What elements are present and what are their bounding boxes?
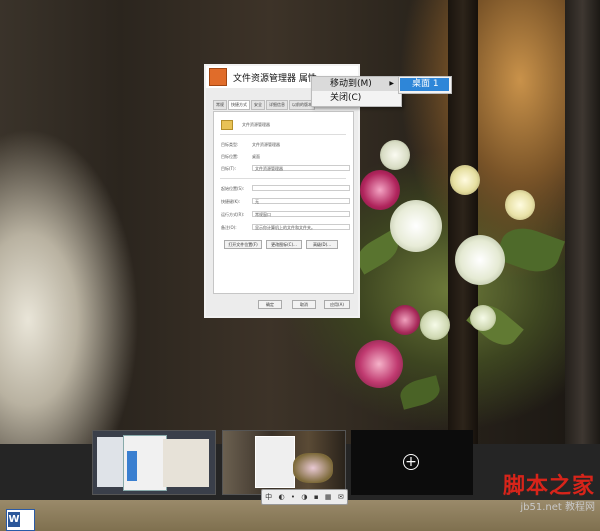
comment-field[interactable]: 显示你计算机上的文件和文件夹。 [252,224,350,230]
start-in-label: 起始位置(S): [221,186,245,191]
divider [220,178,346,179]
shortcut-key-field[interactable]: 无 [252,198,350,204]
watermark-main: 脚本之家 [502,473,595,499]
ime-skin-icon[interactable]: ▪ [314,493,319,501]
thumb-window [163,439,209,487]
tab-details[interactable]: 详细信息 [266,100,288,110]
rose-yellow [450,165,480,195]
target-field[interactable]: 文件资源管理器 [252,165,350,171]
ime-mail-icon[interactable]: ✉ [338,493,344,501]
rose-yellow [505,190,535,220]
open-file-location-button[interactable]: 打开文件位置(F) [224,240,262,249]
rose-pink [355,340,403,388]
submenu-item-desktop-1[interactable]: 桌面 1 [400,78,449,91]
menu-item-label: 移动到(M) [330,79,372,89]
rose-white [420,310,450,340]
ime-shape-icon[interactable]: ◐ [278,493,284,501]
submenu-arrow-icon: ▶ [389,80,394,87]
target-location-value: 桌面 [252,154,260,159]
submenu: 桌面 1 [398,76,452,94]
start-in-field[interactable] [252,185,350,191]
folder-icon [221,120,233,130]
wood-pillar [565,0,600,445]
rose-white [470,305,496,331]
target-type-value: 文件资源管理器 [252,142,280,147]
thumb-window [255,436,295,488]
run-select[interactable]: 常规窗口 [252,211,350,217]
word-taskbar-button[interactable]: W [6,509,35,531]
comment-label: 备注(O): [221,225,237,230]
thumb-window-accent [127,451,137,481]
watermark: 脚本之家 jb51.net 教程网 [503,468,595,513]
apply-button[interactable]: 应用(A) [324,300,350,309]
target-type-label: 目标类型: [221,142,239,147]
wood-beam [448,0,478,445]
desktop-thumbnail-2[interactable] [222,430,346,495]
app-icon [209,68,227,86]
rose-white [380,140,410,170]
menu-item-move-to[interactable]: 移动到(M) ▶ [312,77,401,91]
word-icon: W [8,512,20,527]
window-title: 文件资源管理器 属性 [233,73,317,84]
target-location-label: 目标位置: [221,154,239,159]
rose-white [455,235,505,285]
ime-toolbox-icon[interactable]: ▦ [325,493,332,501]
context-menu: 移动到(M) ▶ 关闭(C) [311,76,402,107]
cancel-button[interactable]: 取消 [292,300,316,309]
menu-item-close[interactable]: 关闭(C) [312,91,401,105]
plus-icon: + [403,454,419,470]
desktop-thumbnail-1[interactable] [92,430,216,495]
change-icon-button[interactable]: 更改图标(C)... [266,240,302,249]
add-desktop-button[interactable]: + [351,430,473,495]
rose-pink [360,170,400,210]
advanced-button[interactable]: 高级(D)... [306,240,338,249]
properties-panel: 文件资源管理器 目标类型: 文件资源管理器 目标位置: 桌面 目标(T): 文件… [213,111,354,294]
divider [220,134,346,135]
app-name-label: 文件资源管理器 [242,122,270,127]
target-label: 目标(T): [221,166,236,171]
shortcut-key-label: 快捷键(K): [221,199,241,204]
rose-white [390,200,442,252]
ime-toolbar: 中 ◐ • ◑ ▪ ▦ ✉ [261,489,348,505]
run-label: 运行方式(R): [221,212,245,217]
watermark-sub: jb51.net 教程网 [520,502,595,513]
thumb-flowers [293,453,333,483]
ime-punct-icon[interactable]: • [291,493,295,501]
ime-mode-button[interactable]: 中 [265,492,272,502]
tab-general[interactable]: 常规 [213,100,227,110]
menu-item-label: 关闭(C) [330,93,362,103]
tab-security[interactable]: 安全 [251,100,265,110]
ok-button[interactable]: 确定 [258,300,282,309]
rose-pink [390,305,420,335]
ime-soft-kb-icon[interactable]: ◑ [301,493,307,501]
tab-shortcut[interactable]: 快捷方式 [228,100,250,110]
